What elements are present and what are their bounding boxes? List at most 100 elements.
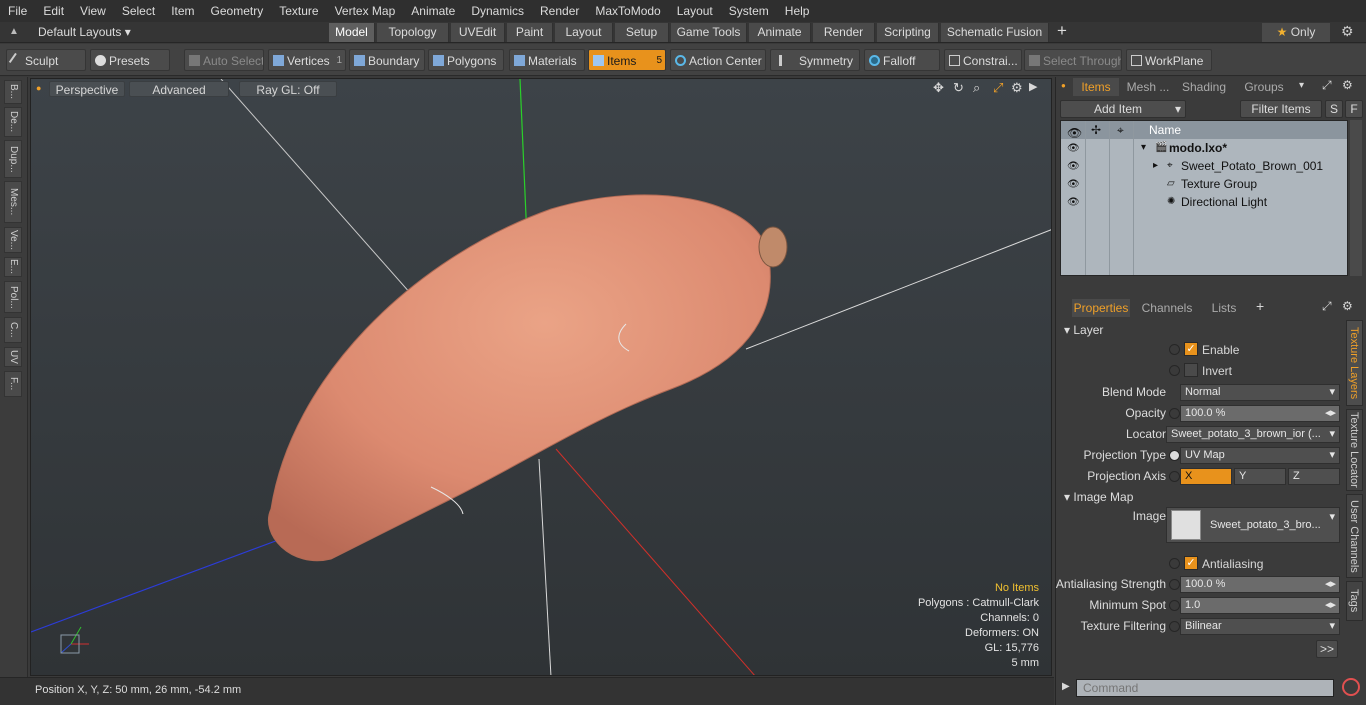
list-item[interactable]: 👁 ✺ Directional Light bbox=[1061, 193, 1347, 211]
3d-viewport[interactable]: ● Perspective Advanced Ray GL: Off ✥ ↻ ⌕… bbox=[30, 78, 1052, 676]
list-item[interactable]: 👁 ▸ ⌖ Sweet_Potato_Brown_001 bbox=[1061, 157, 1347, 175]
menu-item-geometry[interactable]: Geometry bbox=[203, 0, 272, 22]
image-map-section[interactable]: ▾ Image Map bbox=[1064, 490, 1133, 504]
invert-checkbox[interactable] bbox=[1184, 363, 1198, 377]
presets-button[interactable]: Presets bbox=[90, 49, 170, 71]
command-expand-icon[interactable]: ▶ bbox=[1062, 681, 1070, 692]
image-select[interactable]: Sweet_potato_3_bro... ▾ bbox=[1166, 507, 1340, 543]
vertices-button[interactable]: Vertices 1 bbox=[268, 49, 346, 71]
tab-model[interactable]: Model bbox=[329, 23, 375, 42]
vtab-texture-locator[interactable]: Texture Locator bbox=[1346, 409, 1363, 491]
axis-x-button[interactable]: X bbox=[1180, 468, 1232, 485]
prop-add-tab[interactable]: + bbox=[1256, 298, 1264, 314]
f-button[interactable]: F bbox=[1345, 100, 1363, 118]
tab-render[interactable]: Render bbox=[813, 23, 875, 42]
viewport-expand-icon[interactable]: ▶ bbox=[1029, 80, 1037, 93]
panel-tab-items[interactable]: Items bbox=[1073, 78, 1119, 96]
panel-tab-shading[interactable]: Shading bbox=[1178, 78, 1230, 96]
left-tab-1[interactable]: De... bbox=[4, 107, 22, 137]
menu-item-render[interactable]: Render bbox=[532, 0, 587, 22]
enable-checkbox[interactable]: ✓ bbox=[1184, 342, 1198, 356]
visibility-icon[interactable]: 👁 bbox=[1067, 176, 1080, 190]
add-tab-button[interactable]: + bbox=[1057, 21, 1067, 41]
sweet-potato-mesh[interactable] bbox=[268, 194, 771, 562]
panel-tab-mesh[interactable]: Mesh ... bbox=[1123, 78, 1173, 96]
left-tab-3[interactable]: Mes... bbox=[4, 181, 22, 223]
menu-item-select[interactable]: Select bbox=[114, 0, 163, 22]
antialiasing-checkbox[interactable]: ✓ bbox=[1184, 556, 1198, 570]
menu-item-animate[interactable]: Animate bbox=[403, 0, 463, 22]
menu-item-vertex-map[interactable]: Vertex Map bbox=[327, 0, 404, 22]
rotate-view-icon[interactable]: ↻ bbox=[953, 80, 964, 96]
menu-item-edit[interactable]: Edit bbox=[35, 0, 72, 22]
menu-item-maxtomodo[interactable]: MaxToModo bbox=[587, 0, 668, 22]
vtab-user-channels[interactable]: User Channels bbox=[1346, 494, 1363, 578]
boundary-button[interactable]: Boundary bbox=[349, 49, 425, 71]
action-center-button[interactable]: Action Center bbox=[670, 49, 766, 71]
vtab-tags[interactable]: Tags bbox=[1346, 581, 1363, 621]
tab-topology[interactable]: Topology bbox=[377, 23, 449, 42]
command-input[interactable] bbox=[1076, 679, 1334, 697]
expand-icon[interactable]: ▸ bbox=[1153, 157, 1158, 175]
raygl-button[interactable]: Ray GL: Off bbox=[239, 81, 337, 97]
tab-paint[interactable]: Paint bbox=[507, 23, 553, 42]
panel-gear-icon[interactable]: ⚙ bbox=[1342, 78, 1353, 92]
left-tab-7[interactable]: C... bbox=[4, 317, 22, 343]
panel-tab-groups[interactable]: Groups bbox=[1234, 78, 1294, 96]
zoom-view-icon[interactable]: ⌕ bbox=[973, 80, 980, 96]
tab-layout[interactable]: Layout bbox=[555, 23, 613, 42]
only-toggle[interactable]: ★ Only bbox=[1262, 23, 1330, 42]
list-item[interactable]: 👁 ▱ Texture Group bbox=[1061, 175, 1347, 193]
min-spot-field[interactable]: 1.0 ◂▸ bbox=[1180, 597, 1340, 614]
sculpt-button[interactable]: Sculpt bbox=[6, 49, 86, 71]
menu-item-system[interactable]: System bbox=[721, 0, 777, 22]
menu-item-texture[interactable]: Texture bbox=[271, 0, 326, 22]
s-button[interactable]: S bbox=[1325, 100, 1343, 118]
more-button[interactable]: >> bbox=[1316, 640, 1338, 658]
visibility-icon[interactable]: 👁 bbox=[1067, 140, 1080, 154]
left-tab-9[interactable]: F... bbox=[4, 371, 22, 397]
gear-icon[interactable]: ⚙ bbox=[1341, 23, 1354, 40]
projection-type-select[interactable]: UV Map ▾ bbox=[1180, 447, 1340, 464]
menu-item-help[interactable]: Help bbox=[777, 0, 818, 22]
record-icon[interactable] bbox=[1342, 678, 1360, 696]
tex-filter-select[interactable]: Bilinear ▾ bbox=[1180, 618, 1340, 635]
list-item[interactable]: 👁 ▾ 🎬 modo.lxo* bbox=[1061, 139, 1347, 157]
visibility-icon[interactable]: 👁 bbox=[1067, 194, 1080, 208]
workplane-button[interactable]: WorkPlane bbox=[1126, 49, 1212, 71]
polygons-button[interactable]: Polygons bbox=[428, 49, 504, 71]
axis-z-button[interactable]: Z bbox=[1288, 468, 1340, 485]
symmetry-button[interactable]: Symmetry bbox=[770, 49, 860, 71]
prop-tab-lists[interactable]: Lists bbox=[1204, 299, 1244, 317]
vtab-texture-layers[interactable]: Texture Layers bbox=[1346, 320, 1363, 406]
viewport-menu-dot[interactable]: ● bbox=[36, 83, 41, 93]
move-view-icon[interactable]: ✥ bbox=[933, 80, 944, 96]
left-tab-2[interactable]: Dup... bbox=[4, 140, 22, 178]
left-tab-6[interactable]: Pol... bbox=[4, 281, 22, 313]
menu-item-file[interactable]: File bbox=[0, 0, 35, 22]
prop-tab-channels[interactable]: Channels bbox=[1134, 299, 1200, 317]
viewport-gear-icon[interactable]: ⚙ bbox=[1011, 80, 1023, 96]
items-button[interactable]: Items 5 bbox=[588, 49, 666, 71]
prop-gear-icon[interactable]: ⚙ bbox=[1342, 299, 1353, 313]
menu-item-dynamics[interactable]: Dynamics bbox=[463, 0, 532, 22]
item-list-scrollbar[interactable] bbox=[1350, 120, 1362, 276]
visibility-icon[interactable]: 👁 bbox=[1067, 158, 1080, 172]
left-tab-8[interactable]: UV bbox=[4, 347, 22, 367]
panel-dropdown-icon[interactable]: ▾ bbox=[1299, 80, 1304, 91]
axis-y-button[interactable]: Y bbox=[1234, 468, 1286, 485]
prop-tab-properties[interactable]: Properties bbox=[1072, 299, 1130, 317]
panel-maximize-icon[interactable]: ⤢ bbox=[1322, 78, 1332, 93]
prop-maximize-icon[interactable]: ⤢ bbox=[1322, 299, 1332, 314]
menu-item-view[interactable]: View bbox=[72, 0, 114, 22]
layout-dropdown[interactable]: Default Layouts ▾ bbox=[38, 25, 131, 39]
tab-setup[interactable]: Setup bbox=[615, 23, 669, 42]
tab-game-tools[interactable]: Game Tools bbox=[671, 23, 747, 42]
menu-item-layout[interactable]: Layout bbox=[669, 0, 721, 22]
maximize-view-icon[interactable]: ⤢ bbox=[993, 80, 1003, 96]
auto-select-button[interactable]: Auto Select bbox=[184, 49, 264, 71]
layer-section[interactable]: ▾ Layer bbox=[1064, 323, 1103, 337]
materials-button[interactable]: Materials bbox=[509, 49, 585, 71]
expand-icon[interactable]: ▾ bbox=[1141, 139, 1146, 157]
opacity-field[interactable]: 100.0 % ◂▸ bbox=[1180, 405, 1340, 422]
